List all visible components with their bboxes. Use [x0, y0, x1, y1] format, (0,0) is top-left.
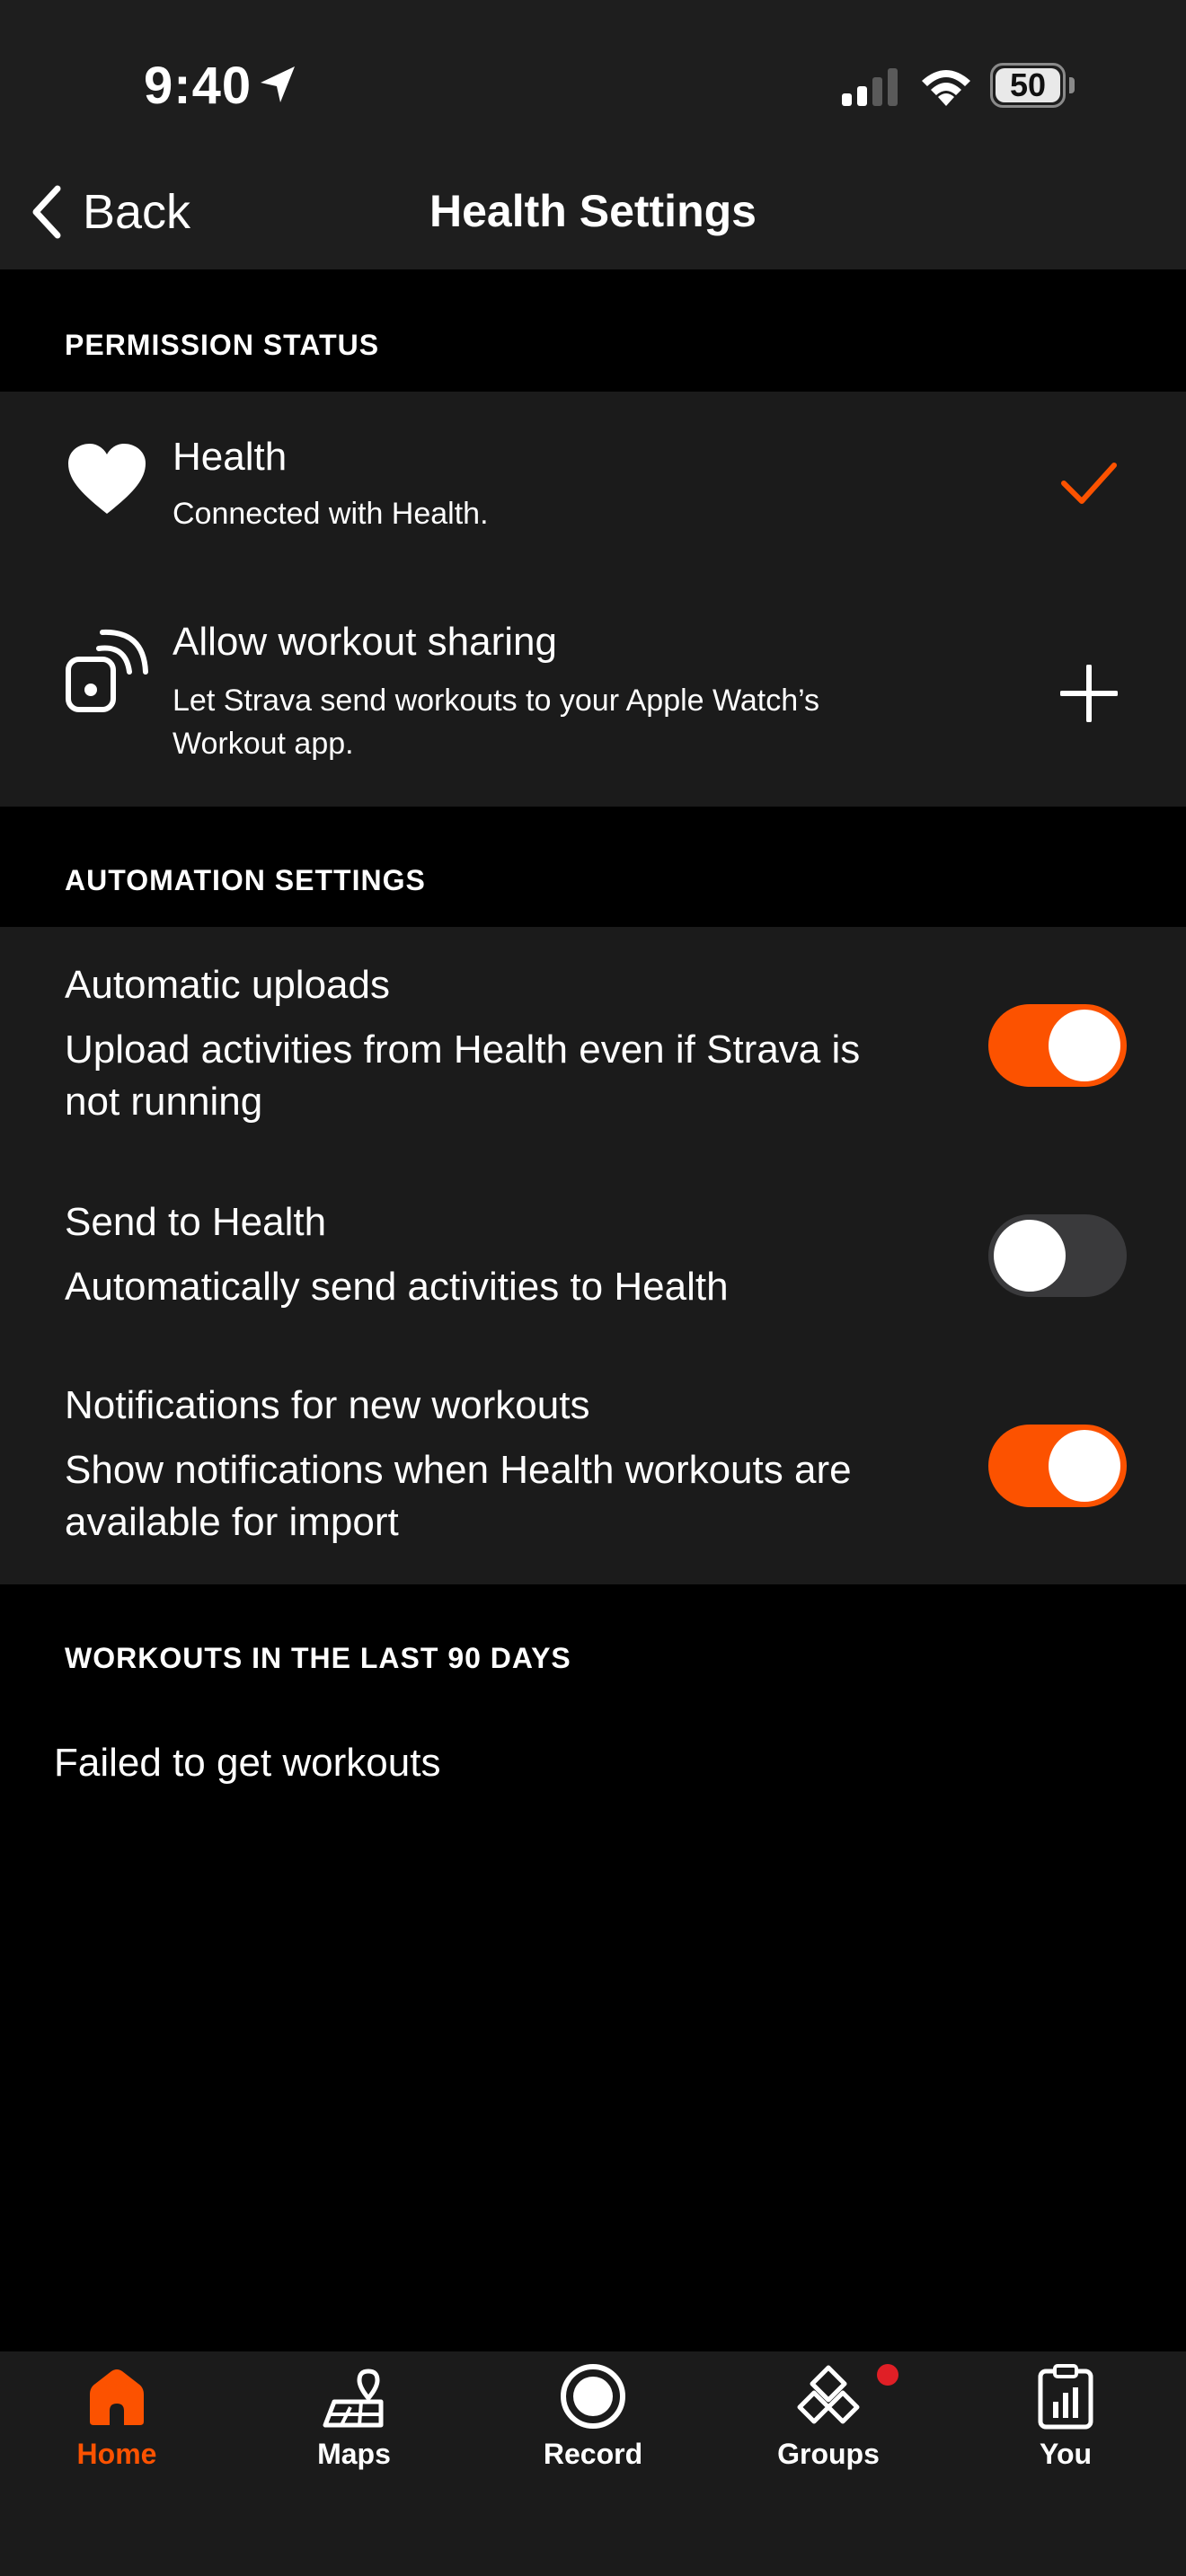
- notifications-title: Notifications for new workouts: [65, 1383, 590, 1427]
- record-icon: [561, 2364, 625, 2429]
- auto-uploads-title: Automatic uploads: [65, 963, 390, 1007]
- wifi-icon: [922, 70, 970, 106]
- auto-uploads-desc-line2: not running: [65, 1080, 263, 1124]
- permission-health-title: Health: [173, 435, 288, 479]
- permission-health-subtitle: Connected with Health.: [173, 497, 489, 531]
- tab-home[interactable]: Home: [27, 2362, 207, 2488]
- permission-sharing-subtitle-line1: Let Strava send workouts to your Apple W…: [173, 684, 820, 718]
- tab-maps[interactable]: Maps: [264, 2362, 444, 2488]
- page-title: Health Settings: [429, 186, 757, 236]
- location-arrow-icon: [261, 66, 295, 102]
- toggle-knob: [1049, 1010, 1120, 1081]
- add-icon[interactable]: [1060, 665, 1118, 722]
- section-header-workouts: WORKOUTS IN THE LAST 90 DAYS: [65, 1642, 571, 1674]
- checkmark-icon: [1061, 463, 1117, 504]
- send-to-health-desc: Automatically send activities to Health: [65, 1265, 729, 1309]
- tab-record-label: Record: [543, 2438, 643, 2470]
- tab-groups-label: Groups: [777, 2438, 880, 2470]
- you-icon: [1038, 2364, 1093, 2430]
- tab-record[interactable]: Record: [503, 2362, 683, 2488]
- notification-badge: [877, 2364, 898, 2386]
- tab-home-label: Home: [76, 2438, 157, 2470]
- notifications-desc-line1: Show notifications when Health workouts …: [65, 1448, 852, 1492]
- battery-level: 50: [996, 68, 1060, 102]
- section-header-automation: AUTOMATION SETTINGS: [65, 864, 426, 896]
- toggle-knob: [994, 1220, 1066, 1292]
- toggle-knob: [1049, 1430, 1120, 1502]
- heart-icon: [68, 444, 146, 514]
- auto-uploads-desc-line1: Upload activities from Health even if St…: [65, 1028, 861, 1072]
- tab-you[interactable]: You: [976, 2362, 1155, 2488]
- auto-uploads-toggle[interactable]: [988, 1004, 1127, 1087]
- permission-sharing-title: Allow workout sharing: [173, 620, 557, 664]
- home-icon: [90, 2369, 144, 2425]
- workouts-error-message: Failed to get workouts: [54, 1741, 441, 1785]
- groups-icon: [797, 2365, 860, 2424]
- maps-icon: [323, 2369, 384, 2428]
- tab-maps-label: Maps: [317, 2438, 391, 2470]
- send-to-health-toggle[interactable]: [988, 1214, 1127, 1297]
- notifications-toggle[interactable]: [988, 1425, 1127, 1507]
- watch-share-icon: [66, 629, 148, 712]
- section-header-permission: PERMISSION STATUS: [65, 329, 380, 361]
- tab-you-label: You: [1039, 2438, 1093, 2470]
- cellular-signal-icon: [842, 68, 898, 106]
- permission-sharing-subtitle-line2: Workout app.: [173, 727, 354, 761]
- battery-tip: [1069, 77, 1075, 93]
- status-time: 9:40: [144, 57, 252, 115]
- notifications-desc-line2: available for import: [65, 1500, 399, 1544]
- send-to-health-title: Send to Health: [65, 1200, 327, 1244]
